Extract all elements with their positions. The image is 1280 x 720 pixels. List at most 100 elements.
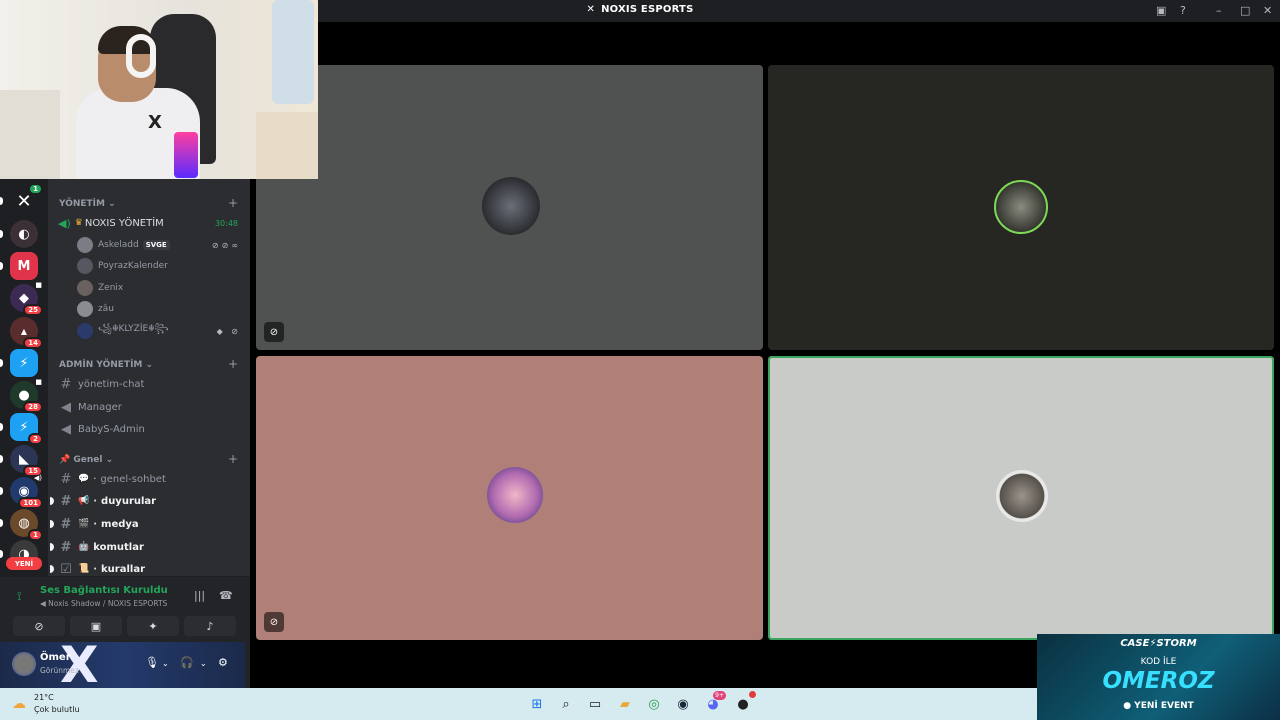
file-explorer-icon[interactable]: ▰ xyxy=(616,695,634,713)
voice-status[interactable]: Ses Bağlantısı Kuruldu xyxy=(40,585,168,596)
server-item-5[interactable]: ⚡ xyxy=(0,349,38,377)
add-channel-button[interactable]: + xyxy=(228,452,238,466)
voice-member[interactable]: Zenix xyxy=(77,279,243,297)
steam-icon[interactable]: ◉ xyxy=(674,695,692,713)
discord-icon[interactable]: ◕ 9+ xyxy=(704,691,726,713)
inbox-icon[interactable]: ▣ xyxy=(1156,4,1166,17)
channel-manager[interactable]: ◀ Manager xyxy=(58,397,242,417)
windows-start-icon[interactable]: ⊞ xyxy=(528,695,546,713)
task-view-icon[interactable]: ▭ xyxy=(586,695,604,713)
signal-icon[interactable]: ⟟ xyxy=(17,589,21,604)
server-item-2[interactable]: M xyxy=(0,252,38,280)
headphones-icon[interactable]: 🎧 xyxy=(180,656,194,669)
voice-connection-panel: ⟟ Ses Bağlantısı Kuruldu ◀ Noxis Shadow … xyxy=(0,576,250,642)
app-icon[interactable]: ● xyxy=(734,691,756,713)
participant-tile[interactable] xyxy=(768,65,1274,350)
selected-pill xyxy=(0,197,3,205)
server-item-7[interactable]: ⚡ 2 xyxy=(0,413,43,445)
channel-name: yönetim-chat xyxy=(78,378,145,390)
channel-komutlar[interactable]: # 🤖 komutlar xyxy=(50,537,242,557)
category-label: Genel xyxy=(73,455,103,465)
activities-icon: ✦ xyxy=(148,619,158,633)
member-name: Zenix xyxy=(98,283,124,293)
maximize-button[interactable]: □ xyxy=(1240,4,1250,17)
channel-name: BabyS-Admin xyxy=(78,423,145,435)
server-item-8[interactable]: ◣ 15 xyxy=(0,445,43,477)
participant-tile[interactable]: ⊘ xyxy=(256,356,763,640)
server-item-1[interactable]: ◐ xyxy=(0,220,38,248)
weather-cloudy-icon[interactable]: ☁ xyxy=(12,696,26,712)
avatar xyxy=(77,301,93,317)
pin-icon: 📌 xyxy=(59,455,71,465)
profile-banner xyxy=(0,642,245,688)
add-channel-button[interactable]: + xyxy=(228,357,238,371)
search-icon[interactable]: ⌕ xyxy=(557,695,575,713)
webcam-shelf-left xyxy=(0,90,60,179)
voice-member[interactable]: Askeladd SVGE ⊘⊘∞ xyxy=(77,236,243,254)
activities-button[interactable]: ✦ xyxy=(127,616,179,636)
minimize-button[interactable]: – xyxy=(1216,4,1222,17)
chevron-down-icon[interactable]: ⌄ xyxy=(200,659,207,668)
chrome-icon[interactable]: ◎ xyxy=(645,695,663,713)
promo-brand: CASE⚡STORM xyxy=(1120,638,1197,649)
voice-channel-noxis-yonetim[interactable]: ◀) ♛ NOXIS YÖNETİM 30:48 xyxy=(58,214,242,232)
participant-avatar xyxy=(487,467,543,523)
add-channel-button[interactable]: + xyxy=(228,196,238,210)
channel-kurallar[interactable]: ☑ 📜 · kurallar xyxy=(50,559,242,576)
category-admin-yonetim[interactable]: ADMİN YÖNETİM ⌄ xyxy=(59,360,153,370)
server-item-4[interactable]: ▲ 14 xyxy=(10,317,43,349)
channel-name: genel-sohbet xyxy=(100,473,166,485)
unread-pill xyxy=(0,262,3,270)
microphone-icon[interactable]: 🎙 xyxy=(145,656,159,669)
channel-duyurular[interactable]: # 📢 · duyurular xyxy=(50,491,242,511)
soundboard-button[interactable]: ♪ xyxy=(184,616,236,636)
speaker-icon: ◀ xyxy=(61,421,71,437)
user-panel: X Ömer Görünmez 🎙 ⌄ 🎧 ⌄ ⚙ xyxy=(0,642,250,688)
chevron-down-icon[interactable]: ⌄ xyxy=(162,659,169,668)
server-item-9[interactable]: ◉ ◀) 101 xyxy=(0,474,43,509)
weather-temperature[interactable]: 21°C xyxy=(34,693,54,702)
server-item-10[interactable]: ◍ 1 xyxy=(0,509,43,541)
server-item-3[interactable]: ◆ ■ 25 xyxy=(10,281,43,316)
screen-share-button[interactable]: ▣ xyxy=(70,616,122,636)
weather-condition[interactable]: Çok bulutlu xyxy=(34,705,80,714)
speaker-icon: ■ xyxy=(35,281,42,289)
voice-member[interactable]: PoyrazKalender xyxy=(77,257,243,275)
help-icon[interactable]: ? xyxy=(1180,4,1186,17)
promo-code: OMEROZ xyxy=(1102,668,1215,694)
noise-suppression-icon[interactable]: ||| xyxy=(194,589,205,602)
channel-genel-sohbet[interactable]: # 💬 · genel-sohbet xyxy=(58,469,242,489)
channel-babys-admin[interactable]: ◀ BabyS-Admin xyxy=(58,419,242,439)
settings-gear-icon[interactable]: ⚙ xyxy=(218,656,228,669)
unread-pill xyxy=(0,550,3,558)
close-button[interactable]: ✕ xyxy=(1263,4,1272,17)
server-home[interactable]: ✕ 1 xyxy=(0,183,43,215)
username[interactable]: Ömer xyxy=(40,652,71,663)
participant-tile[interactable]: ⊘ xyxy=(256,65,763,350)
channel-yonetim-chat[interactable]: # yönetim-chat xyxy=(58,374,242,394)
category-yonetim[interactable]: YÖNETİM ⌄ xyxy=(59,199,116,209)
server-badge: 101 xyxy=(18,497,43,509)
speaker-icon: ◀ xyxy=(40,599,49,608)
voice-member[interactable]: zâu xyxy=(77,300,243,318)
server-item-6[interactable]: ● ■ 28 xyxy=(10,378,43,413)
server-badge: 25 xyxy=(23,304,43,316)
category-genel[interactable]: 📌 Genel ⌄ xyxy=(59,455,113,465)
new-messages-badge[interactable]: YENİ xyxy=(6,557,42,570)
avatar xyxy=(77,280,93,296)
home-badge: 1 xyxy=(28,183,43,195)
hash-icon: # xyxy=(60,539,72,555)
channel-name: komutlar xyxy=(93,541,144,553)
participant-tile-speaking[interactable] xyxy=(768,356,1274,640)
channel-medya[interactable]: # 🎬 · medya xyxy=(50,514,242,534)
avatar[interactable] xyxy=(12,652,36,676)
camera-button[interactable]: ⊘ xyxy=(13,616,65,636)
voice-location[interactable]: ◀ Noxis Shadow / NOXIS ESPORTS xyxy=(40,599,167,608)
megaphone-icon: 📢 xyxy=(78,496,90,506)
voice-member[interactable]: ꧁☬KLYZİE☬꧂ ◆ ⊘ xyxy=(77,322,243,340)
promo-label: KOD İLE xyxy=(1140,657,1177,667)
unread-pill xyxy=(0,455,3,463)
disconnect-icon[interactable]: ☎ xyxy=(219,589,233,602)
speaker-icon: ◀ xyxy=(61,399,71,415)
voice-channel-name: NOXIS YÖNETİM xyxy=(84,217,164,229)
